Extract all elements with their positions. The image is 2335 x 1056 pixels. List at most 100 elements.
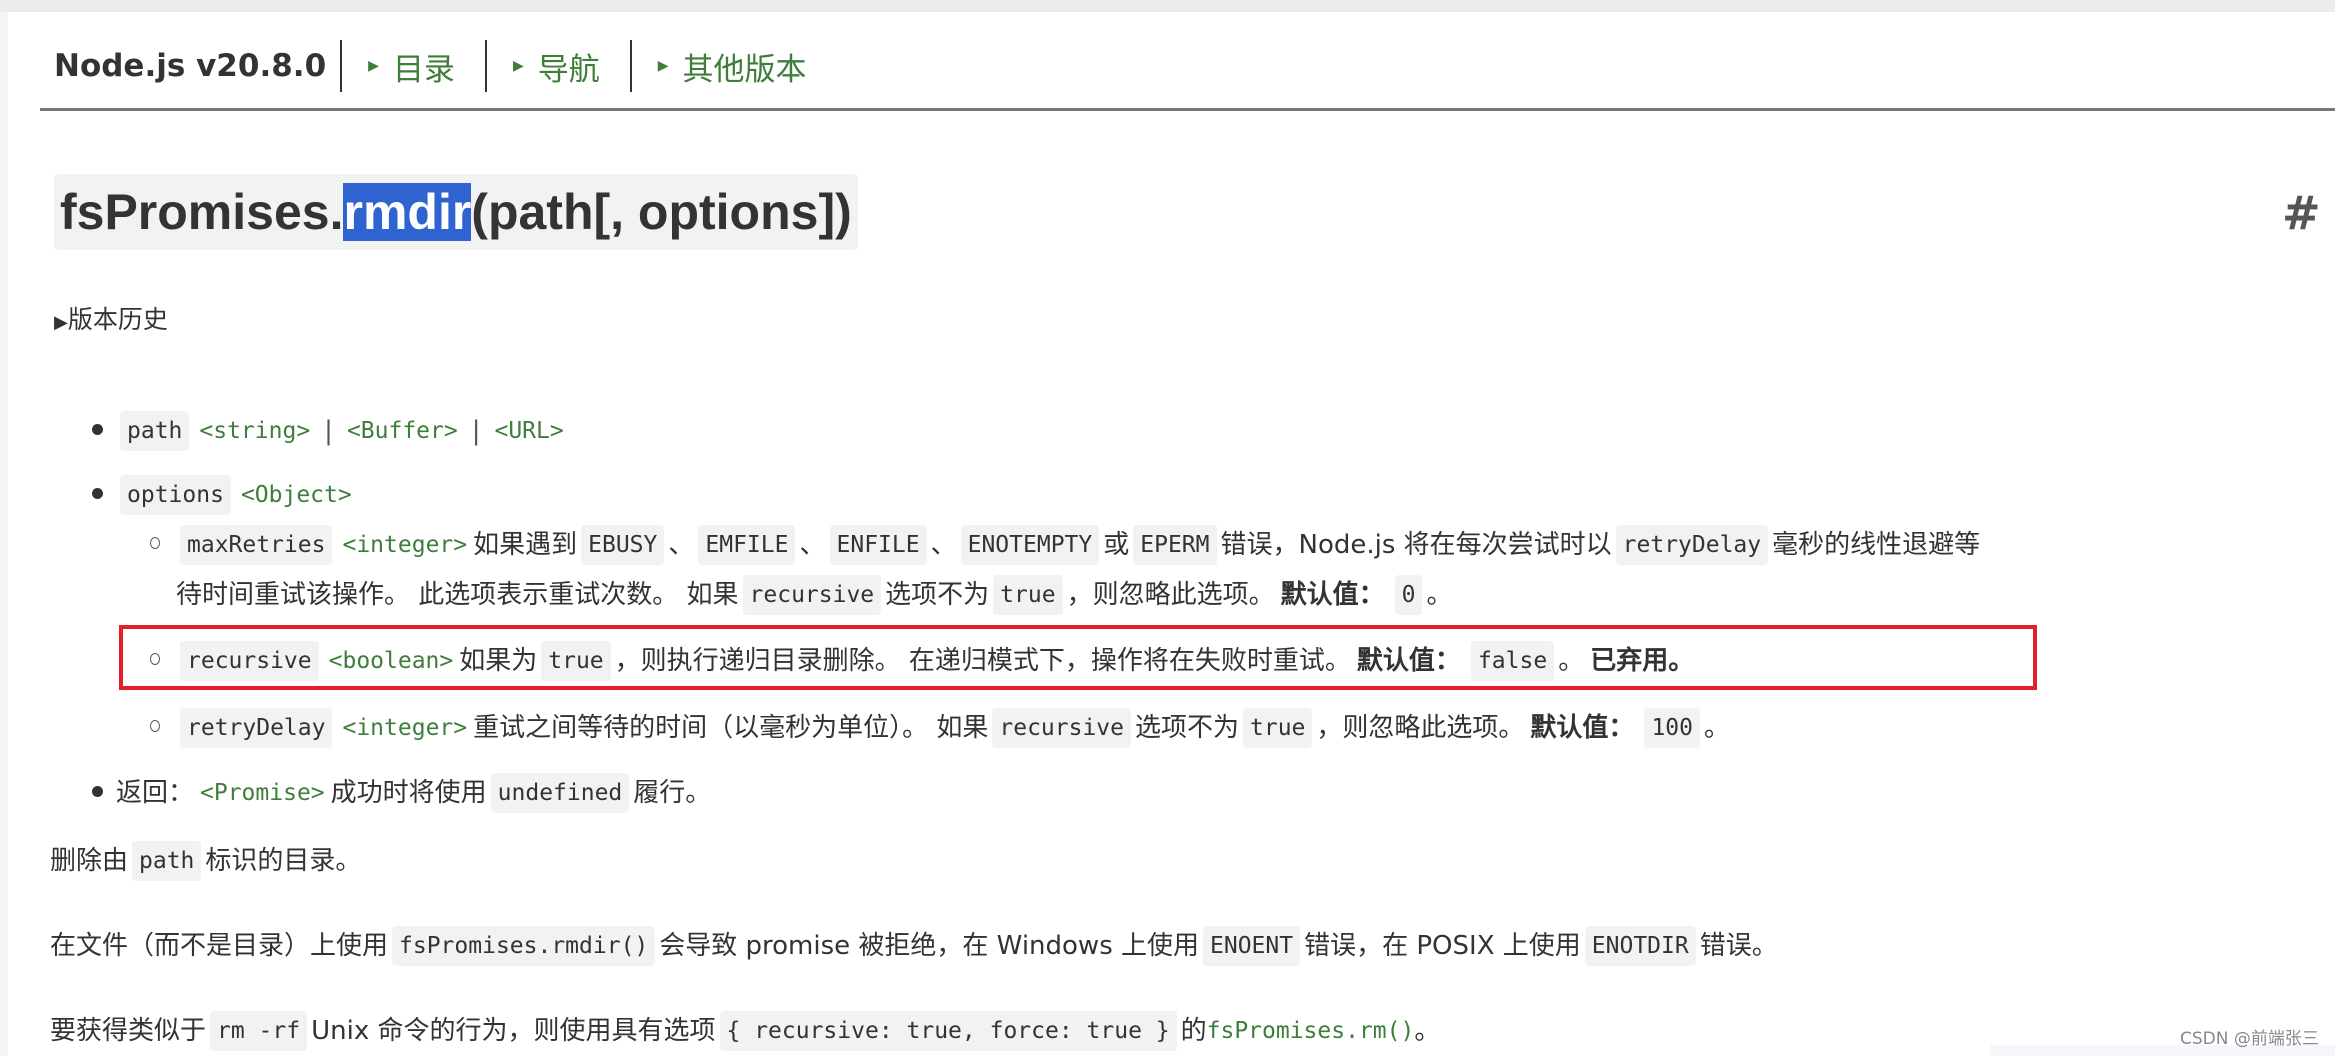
param-options: options <Object> [116, 475, 358, 515]
code: false [1470, 641, 1555, 681]
code: 0 [1394, 575, 1423, 615]
nav-navigation[interactable]: ▶ 导航 [487, 40, 632, 92]
sep: | [324, 416, 333, 446]
text: 、 [799, 530, 826, 560]
text: 待时间重试该操作。 此选项表示重试次数。 如果 [176, 580, 739, 610]
nav-label: 导航 [537, 51, 600, 88]
text: 错误，Node.js 将在每次尝试时以 [1220, 530, 1612, 560]
title-prefix: fsPromises. [60, 184, 344, 240]
fspromises-rm-link[interactable]: fsPromises.rm() [1207, 1013, 1415, 1049]
code: EBUSY [581, 525, 665, 565]
text: 会导致 promise 被拒绝，在 Windows 上使用 [659, 931, 1200, 961]
text: 、 [668, 530, 695, 560]
paragraph: 在文件（而不是目录）上使用 fsPromises.rmdir() 会导致 pro… [50, 926, 1778, 966]
text: 在文件（而不是目录）上使用 [50, 931, 389, 961]
text: 。 [1426, 580, 1453, 610]
text: 履行。 [633, 778, 712, 808]
text: 的 [1180, 1016, 1207, 1046]
bullet [92, 488, 103, 499]
code: fsPromises.rmdir() [392, 926, 656, 966]
text: 错误，在 POSIX 上使用 [1304, 931, 1581, 961]
text: Unix 命令的行为，则使用具有选项 [311, 1016, 716, 1046]
text: 要获得类似于 [50, 1016, 207, 1046]
nav-label: 目录 [392, 51, 455, 88]
text: 如果遇到 [473, 530, 578, 560]
code: true [993, 575, 1063, 615]
code: options [120, 475, 231, 515]
type-link[interactable]: <Promise> [200, 775, 325, 811]
header-divider [40, 108, 2335, 111]
watermark: CSDN @前端张三 [2180, 1029, 2319, 1049]
triangle-right-icon: ▶ [368, 58, 379, 74]
triangle-right-icon: ▶ [54, 312, 68, 333]
code: { recursive: true, force: true } [719, 1011, 1177, 1051]
code: recursive [180, 641, 319, 681]
code: ENFILE [829, 525, 927, 565]
paragraph: 删除由 path 标识的目录。 [50, 841, 361, 881]
text: 。 [1414, 1016, 1441, 1046]
bullet [92, 424, 103, 435]
code: true [1243, 708, 1313, 748]
param-maxretries-cont: 待时间重试该操作。 此选项表示重试次数。 如果 recursive 选项不为 t… [176, 575, 1452, 615]
code: EPERM [1133, 525, 1217, 565]
text: 、 [930, 530, 957, 560]
left-edge [0, 12, 8, 1056]
type-link[interactable]: <integer> [342, 527, 467, 563]
paragraph: 要获得类似于 rm -rf Unix 命令的行为，则使用具有选项 { recur… [50, 1011, 1440, 1051]
text: 标识的目录。 [205, 846, 362, 876]
type-link[interactable]: <Buffer> [347, 413, 458, 449]
selected-text[interactable]: rmdir [343, 183, 472, 241]
type-link[interactable]: <URL> [494, 413, 563, 449]
circle-bullet [150, 653, 160, 665]
code: ENOENT [1203, 926, 1301, 966]
top-strip [0, 0, 2335, 12]
text: 或 [1103, 530, 1130, 560]
text: 。 [1703, 713, 1730, 743]
sep: | [471, 416, 481, 446]
param-path: path <string> | <Buffer> | <URL> [116, 411, 570, 451]
text: 选项不为 [885, 580, 990, 610]
deprecated-label: 已弃用。 [1590, 646, 1695, 676]
param-recursive: recursive <boolean> 如果为 true ，则执行递归目录删除。… [176, 641, 1700, 681]
text: 。 [1558, 646, 1585, 676]
nav-toc[interactable]: ▶ 目录 [342, 40, 487, 92]
triangle-right-icon: ▶ [512, 58, 524, 74]
text: ，则忽略此选项。 [1066, 580, 1275, 610]
code: path [120, 411, 190, 451]
type-link[interactable]: <Object> [241, 477, 352, 513]
type-link[interactable]: <integer> [342, 710, 467, 746]
text: 返回： [116, 778, 195, 808]
text: 如果为 [459, 646, 538, 676]
nav-other-versions[interactable]: ▶ 其他版本 [632, 40, 837, 92]
text: 错误。 [1699, 931, 1778, 961]
bullet [92, 786, 103, 797]
text: ，则忽略此选项。 [1316, 713, 1525, 743]
text: 成功时将使用 [330, 778, 487, 808]
code: true [541, 641, 611, 681]
circle-bullet [150, 720, 160, 732]
code: 100 [1644, 708, 1700, 748]
code: ENOTDIR [1584, 926, 1696, 966]
text: 选项不为 [1135, 713, 1240, 743]
title-suffix: (path[, options]) [471, 184, 852, 240]
code: retryDelay [180, 708, 333, 748]
text: 毫秒的线性退避等 [1772, 530, 1981, 560]
default-label: 默认值： [1356, 646, 1461, 676]
text: ，则执行递归目录删除。 在递归模式下，操作将在失败时重试。 [614, 646, 1351, 676]
nav-label: 其他版本 [682, 51, 807, 88]
type-link[interactable]: <boolean> [329, 643, 454, 679]
top-header: Node.js v20.8.0 ▶ 目录 ▶ 导航 ▶ 其他版本 [54, 40, 837, 92]
code: recursive [992, 708, 1131, 748]
code: EMFILE [698, 525, 796, 565]
type-link[interactable]: <string> [199, 413, 310, 449]
code: rm -rf [210, 1011, 308, 1051]
page-title: fsPromises. rmdir (path[, options]) [54, 174, 858, 250]
code: maxRetries [180, 525, 333, 565]
version-label: Node.js v20.8.0 [54, 40, 343, 92]
circle-bullet [150, 537, 160, 549]
version-history-toggle[interactable]: ▶版本历史 [54, 300, 168, 336]
text: 重试之间等待的时间（以毫秒为单位）。 如果 [473, 713, 989, 743]
code: path [132, 841, 202, 881]
anchor-link[interactable]: # [2282, 186, 2321, 240]
code: ENOTEMPTY [960, 525, 1100, 565]
